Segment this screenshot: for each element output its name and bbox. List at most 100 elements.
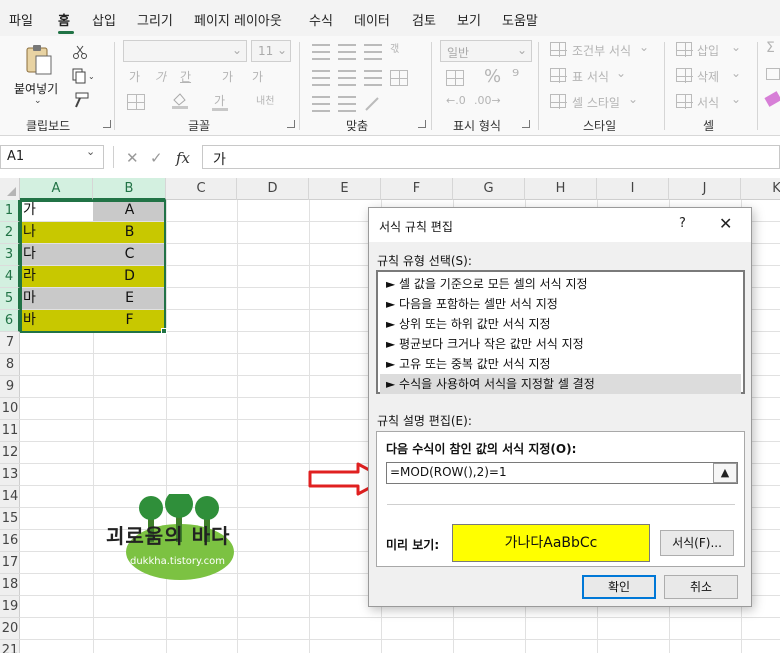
help-icon[interactable]: ?	[679, 216, 686, 231]
collapse-dialog-button[interactable]: ▲	[713, 463, 737, 483]
menu-help[interactable]: 도움말	[502, 10, 538, 29]
italic-button[interactable]: 가	[155, 68, 166, 85]
cut-icon[interactable]	[72, 44, 88, 60]
insert-cells-button[interactable]: 삽입	[697, 42, 719, 59]
format-cells-button[interactable]: 서식	[697, 94, 719, 111]
alignment-launcher-icon[interactable]	[418, 120, 426, 128]
font-size-dropdown[interactable]: 11 ⌄	[251, 40, 291, 62]
rule-type-item[interactable]: ► 다음을 포함하는 셀만 서식 지정	[380, 294, 741, 314]
copy-icon[interactable]: ⌄	[72, 68, 94, 84]
fill-handle[interactable]	[161, 328, 167, 334]
row-header[interactable]: 8	[0, 354, 20, 376]
percent-icon[interactable]: %	[484, 66, 501, 87]
column-header[interactable]: K	[741, 178, 780, 200]
column-header[interactable]: E	[309, 178, 381, 200]
cancel-icon[interactable]: ✕	[126, 149, 139, 167]
format-as-table-button[interactable]: 표 서식	[572, 68, 609, 85]
clear-icon[interactable]	[764, 91, 780, 107]
rule-type-item-selected[interactable]: ► 수식을 사용하여 서식을 지정할 셀 결정	[380, 374, 741, 394]
rule-type-item[interactable]: ► 상위 또는 하위 값만 서식 지정	[380, 314, 741, 334]
font-name-dropdown[interactable]: ⌄	[123, 40, 247, 62]
paste-button[interactable]: 붙여넣기 ⌄	[12, 42, 64, 108]
decrease-decimal-icon[interactable]: .00→	[474, 94, 501, 107]
dialog-titlebar[interactable]: 서식 규칙 편집 ? ✕	[369, 208, 751, 242]
select-all-button[interactable]	[0, 178, 20, 200]
row-header[interactable]: 21	[0, 640, 20, 653]
column-header[interactable]: I	[597, 178, 669, 200]
row-header[interactable]: 10	[0, 398, 20, 420]
column-header[interactable]: B	[93, 178, 166, 200]
row-header[interactable]: 16	[0, 530, 20, 552]
number-launcher-icon[interactable]	[522, 120, 530, 128]
row-header[interactable]: 6	[0, 310, 20, 332]
row-header[interactable]: 18	[0, 574, 20, 596]
increase-indent-icon[interactable]	[338, 96, 356, 112]
insert-function-icon[interactable]: fx	[176, 149, 190, 167]
column-header[interactable]: C	[166, 178, 237, 200]
column-header[interactable]: D	[237, 178, 309, 200]
row-header[interactable]: 19	[0, 596, 20, 618]
font-color-button[interactable]: 가	[214, 92, 225, 109]
fill-icon[interactable]	[766, 68, 780, 80]
menu-insert[interactable]: 삽입	[92, 10, 116, 29]
menu-view[interactable]: 보기	[457, 10, 481, 29]
column-header[interactable]: J	[669, 178, 741, 200]
rule-type-item[interactable]: ► 고유 또는 중복 값만 서식 지정	[380, 354, 741, 374]
column-header[interactable]: G	[453, 178, 525, 200]
column-header[interactable]: F	[381, 178, 453, 200]
row-header[interactable]: 2	[0, 222, 20, 244]
row-header[interactable]: 1	[0, 200, 20, 222]
increase-decimal-icon[interactable]: ←.0	[446, 94, 466, 107]
delete-cells-button[interactable]: 삭제	[697, 68, 719, 85]
rule-type-list[interactable]: ► 셀 값을 기준으로 모든 셀의 서식 지정 ► 다음을 포함하는 셀만 서식…	[376, 270, 745, 394]
format-painter-icon[interactable]	[72, 92, 90, 108]
font-launcher-icon[interactable]	[287, 120, 295, 128]
decrease-font-button[interactable]: 가	[252, 68, 263, 85]
ok-button[interactable]: 확인	[582, 575, 656, 599]
conditional-format-button[interactable]: 조건부 서식	[572, 42, 631, 59]
bold-button[interactable]: 가	[129, 68, 140, 85]
format-button[interactable]: 서식(F)...	[660, 530, 734, 556]
align-middle-icon[interactable]	[338, 44, 356, 60]
formula-input[interactable]: 가	[202, 145, 780, 169]
align-top-icon[interactable]	[312, 44, 330, 60]
phonetic-button[interactable]: 내천	[256, 92, 274, 107]
row-header[interactable]: 15	[0, 508, 20, 530]
row-header[interactable]: 7	[0, 332, 20, 354]
merge-center-icon[interactable]	[390, 70, 408, 86]
menu-formulas[interactable]: 수식	[309, 10, 333, 29]
row-header[interactable]: 3	[0, 244, 20, 266]
accounting-format-icon[interactable]	[446, 70, 464, 86]
wrap-text-button[interactable]: 갟	[390, 40, 399, 55]
column-header[interactable]: A	[20, 178, 93, 200]
row-header[interactable]: 12	[0, 442, 20, 464]
fill-color-icon[interactable]	[170, 92, 190, 110]
border-icon[interactable]	[127, 94, 145, 110]
cancel-button[interactable]: 취소	[664, 575, 738, 599]
menu-page-layout[interactable]: 페이지 레이아웃	[194, 10, 282, 29]
rule-type-item[interactable]: ► 평균보다 크거나 작은 값만 서식 지정	[380, 334, 741, 354]
row-header[interactable]: 5	[0, 288, 20, 310]
orientation-icon[interactable]	[364, 96, 382, 112]
underline-button[interactable]: 간	[180, 68, 191, 85]
decrease-indent-icon[interactable]	[312, 96, 330, 112]
menu-data[interactable]: 데이터	[354, 10, 390, 29]
increase-font-button[interactable]: 가	[222, 68, 233, 85]
comma-style-icon[interactable]: ⁹	[512, 66, 519, 87]
row-header[interactable]: 14	[0, 486, 20, 508]
align-left-icon[interactable]	[312, 70, 330, 86]
row-header[interactable]: 17	[0, 552, 20, 574]
row-header[interactable]: 4	[0, 266, 20, 288]
number-format-dropdown[interactable]: 일반 ⌄	[440, 40, 532, 62]
row-header[interactable]: 13	[0, 464, 20, 486]
enter-icon[interactable]: ✓	[150, 149, 163, 167]
menu-file[interactable]: 파일	[9, 10, 33, 29]
cell-styles-button[interactable]: 셀 스타일	[572, 94, 620, 111]
menu-home[interactable]: 홈	[58, 10, 70, 29]
chevron-down-icon[interactable]: ⌄	[86, 145, 95, 158]
align-center-icon[interactable]	[338, 70, 356, 86]
formula-field[interactable]: =MOD(ROW(),2)=1	[386, 462, 738, 484]
align-right-icon[interactable]	[364, 70, 382, 86]
clipboard-launcher-icon[interactable]	[103, 120, 111, 128]
menu-draw[interactable]: 그리기	[137, 10, 173, 29]
